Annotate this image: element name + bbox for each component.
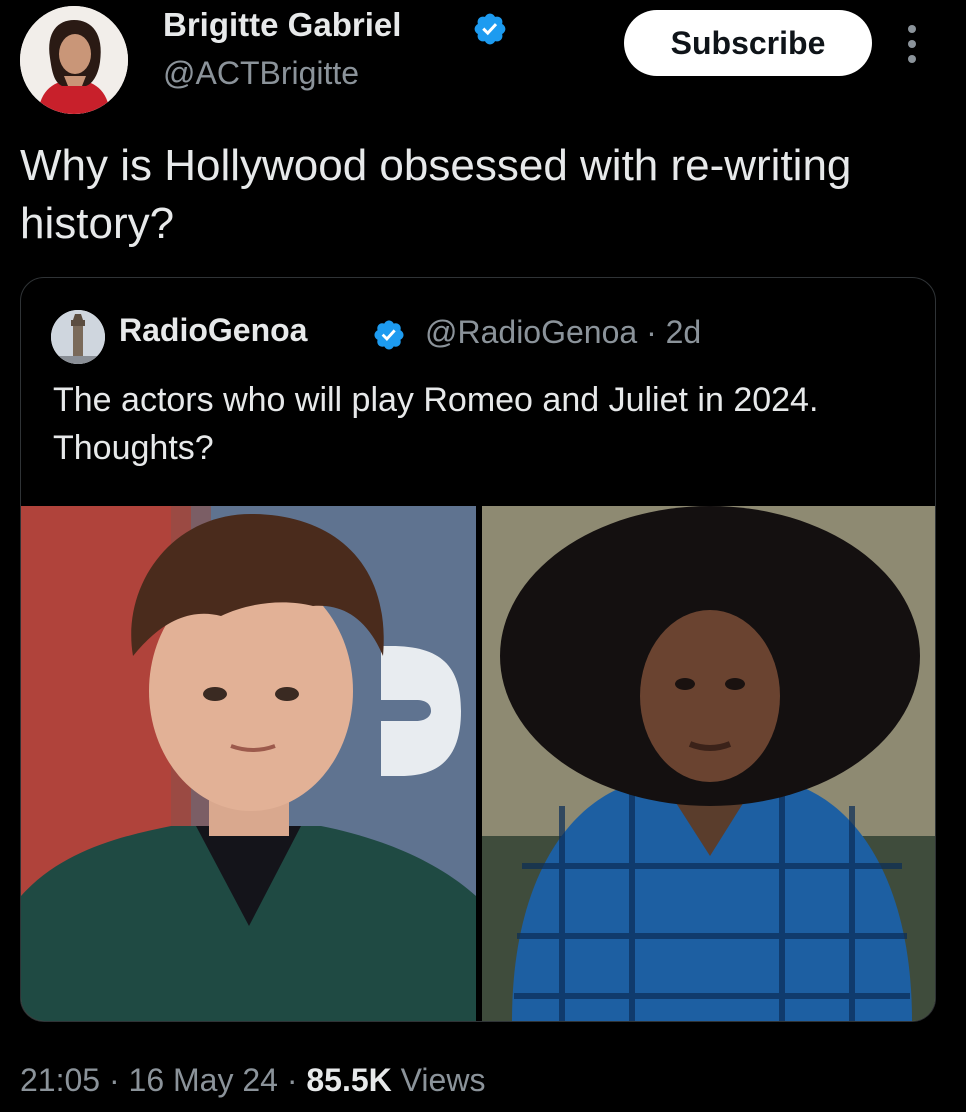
tweet-footer-meta: 21:05 · 16 May 24 · 85.5K Views [20, 1062, 485, 1099]
views-label: Views [400, 1062, 486, 1098]
quoted-tweet-text: The actors who will play Romeo and Julie… [53, 381, 819, 467]
author-name[interactable]: Brigitte Gabriel [163, 6, 401, 44]
profile-photo-icon [20, 6, 128, 114]
photo-man-green-suit-icon [21, 506, 476, 1021]
quoted-media-image-2[interactable] [482, 506, 935, 1021]
verified-badge-icon [374, 320, 404, 350]
tweet-time[interactable]: 21:05 [20, 1062, 100, 1098]
vertical-ellipsis-icon[interactable] [905, 22, 919, 66]
quoted-handle-and-time[interactable]: @RadioGenoa · 2d [425, 314, 701, 351]
tweet-date[interactable]: 16 May 24 [129, 1062, 278, 1098]
author-handle[interactable]: @ACTBrigitte [163, 55, 359, 92]
photo-woman-blue-plaid-shirt-icon [482, 506, 935, 1021]
meta-separator: · [100, 1062, 129, 1098]
lighthouse-icon [51, 310, 105, 364]
author-avatar[interactable] [20, 6, 128, 114]
quoted-author-name[interactable]: RadioGenoa [119, 312, 307, 349]
views-count: 85.5K [306, 1062, 392, 1098]
quoted-author-avatar[interactable] [51, 310, 105, 364]
tweet-text: Why is Hollywood obsessed with re-writin… [20, 141, 852, 248]
subscribe-button[interactable]: Subscribe [624, 10, 872, 76]
verified-badge-icon [474, 13, 506, 45]
quoted-media-image-1[interactable] [21, 506, 476, 1021]
quoted-tweet-card[interactable]: RadioGenoa @RadioGenoa · 2d The actors w… [20, 277, 936, 1022]
meta-separator: · [277, 1062, 307, 1098]
